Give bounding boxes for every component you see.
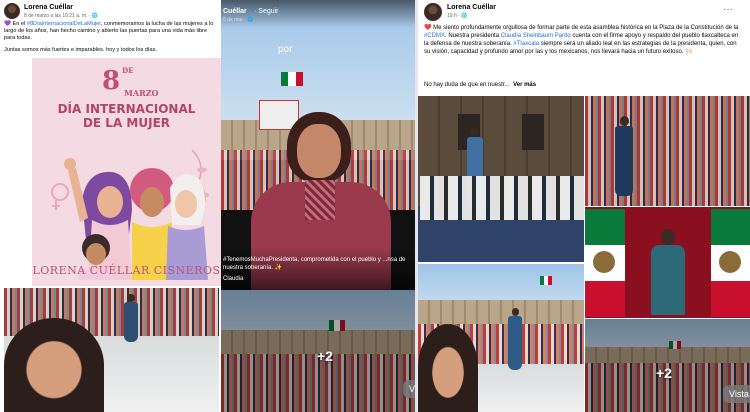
post-text-2: No hay duda de que en nuestr... Ver más	[424, 82, 536, 89]
poster-day: 8	[102, 66, 121, 96]
stage-photo[interactable]	[418, 96, 584, 262]
post-text-2: Juntas somos más fuertes e imparables. h…	[4, 47, 157, 53]
rb1-selfie-face	[418, 324, 478, 412]
post-meta[interactable]: 19 h · 🌐	[447, 13, 467, 19]
poster-title-1: DÍA INTERNACIONAL	[57, 102, 196, 116]
left-post: Lorena Cuéllar 8 de marzo a las 10:21 a.…	[0, 0, 221, 412]
hashtag-tlaxcala[interactable]: #Tlaxcala	[513, 41, 539, 47]
purple-heart-emoji: 💜	[4, 21, 11, 27]
video-header-shade	[221, 0, 415, 28]
hashtag-cdmx[interactable]: #CDMX	[424, 33, 445, 39]
post-text: 💜 En el #8DíaInternacionalDeLaMujer, con…	[4, 21, 219, 43]
hashtag-link[interactable]: #8DíaInternacionalDeLaMujer	[27, 21, 101, 27]
right-bottom-photo-2[interactable]: +2 Vista	[585, 319, 750, 412]
post-text-2-body: No hay duda de que en nuestr...	[424, 82, 510, 88]
more-options-button[interactable]: ···	[723, 4, 733, 15]
video-meta[interactable]: 6 de mar · 🌐	[223, 17, 253, 23]
presidenta-figure	[122, 294, 140, 354]
crowd-greeting-photo[interactable]	[585, 96, 750, 206]
follow-button[interactable]: · Seguir	[254, 8, 279, 15]
presidenta-portrait	[651, 229, 685, 318]
crowd	[585, 96, 750, 206]
poster-month: MARZO	[124, 88, 159, 98]
poster-date: 8 DE MARZO	[102, 66, 159, 98]
post-text: ❤️ Me siento profundamente orgullosa de …	[424, 24, 744, 56]
women-illustration	[51, 149, 209, 280]
rb1-buildings	[418, 300, 584, 324]
post-text-b: . Nuestra presidenta	[445, 33, 501, 39]
video-caption-end: Claudia	[223, 276, 244, 282]
rb1-presidenta	[508, 308, 524, 378]
coat-of-arms-right	[719, 251, 741, 273]
post-meta[interactable]: 8 de marzo a las 10:21 a. m. · 🌐	[24, 13, 98, 19]
coat-of-arms-left	[593, 251, 615, 273]
video-author[interactable]: Cuéllar	[223, 8, 247, 15]
author-name[interactable]: Lorena Cuéllar	[447, 4, 496, 11]
selfie-face	[4, 318, 104, 412]
author-name[interactable]: Lorena Cuéllar	[24, 4, 73, 11]
poster-de: DE	[122, 66, 134, 75]
post-text-a: Me siento profundamente orgullosa de for…	[431, 25, 739, 31]
mention-claudia[interactable]: Claudia Sheinbaum Pardo	[501, 33, 571, 39]
presidenta-waving	[615, 116, 635, 206]
poster-signature: LORENA CUÉLLAR CISNEROS	[32, 264, 221, 277]
author-avatar[interactable]	[424, 3, 442, 21]
palace-window	[522, 114, 544, 150]
vista-button[interactable]: Vista	[723, 385, 750, 403]
video-caption-text: #TenemosMuchaPresidenta, comprometida co…	[223, 257, 406, 271]
more-photos-count[interactable]: +2	[317, 348, 333, 364]
more-photos-count[interactable]: +2	[656, 365, 672, 381]
selfie-photo[interactable]	[4, 288, 219, 412]
vista-button[interactable]: Vista	[403, 380, 415, 398]
officials-row	[420, 176, 584, 220]
middle-video[interactable]: Cuéllar · Seguir 6 de mar · 🌐 por #Tenem…	[221, 0, 415, 290]
mexico-flag	[281, 72, 303, 86]
see-more-link[interactable]: Ver más	[513, 82, 536, 88]
video-caption-top: por	[278, 44, 293, 55]
rb1-flag	[540, 276, 552, 285]
post-text-pre: En el	[10, 21, 27, 27]
author-avatar[interactable]	[4, 3, 20, 19]
middle-bottom-photo[interactable]: +2 Vista	[221, 290, 415, 412]
right-bottom-photo-1[interactable]	[418, 264, 584, 412]
womens-day-poster[interactable]: 8DE MARZO DÍA INTERNACIONAL DE LA MUJER	[32, 58, 221, 286]
flags-photo[interactable]	[585, 207, 750, 318]
poster-title-2: DE LA MUJER	[82, 116, 171, 130]
